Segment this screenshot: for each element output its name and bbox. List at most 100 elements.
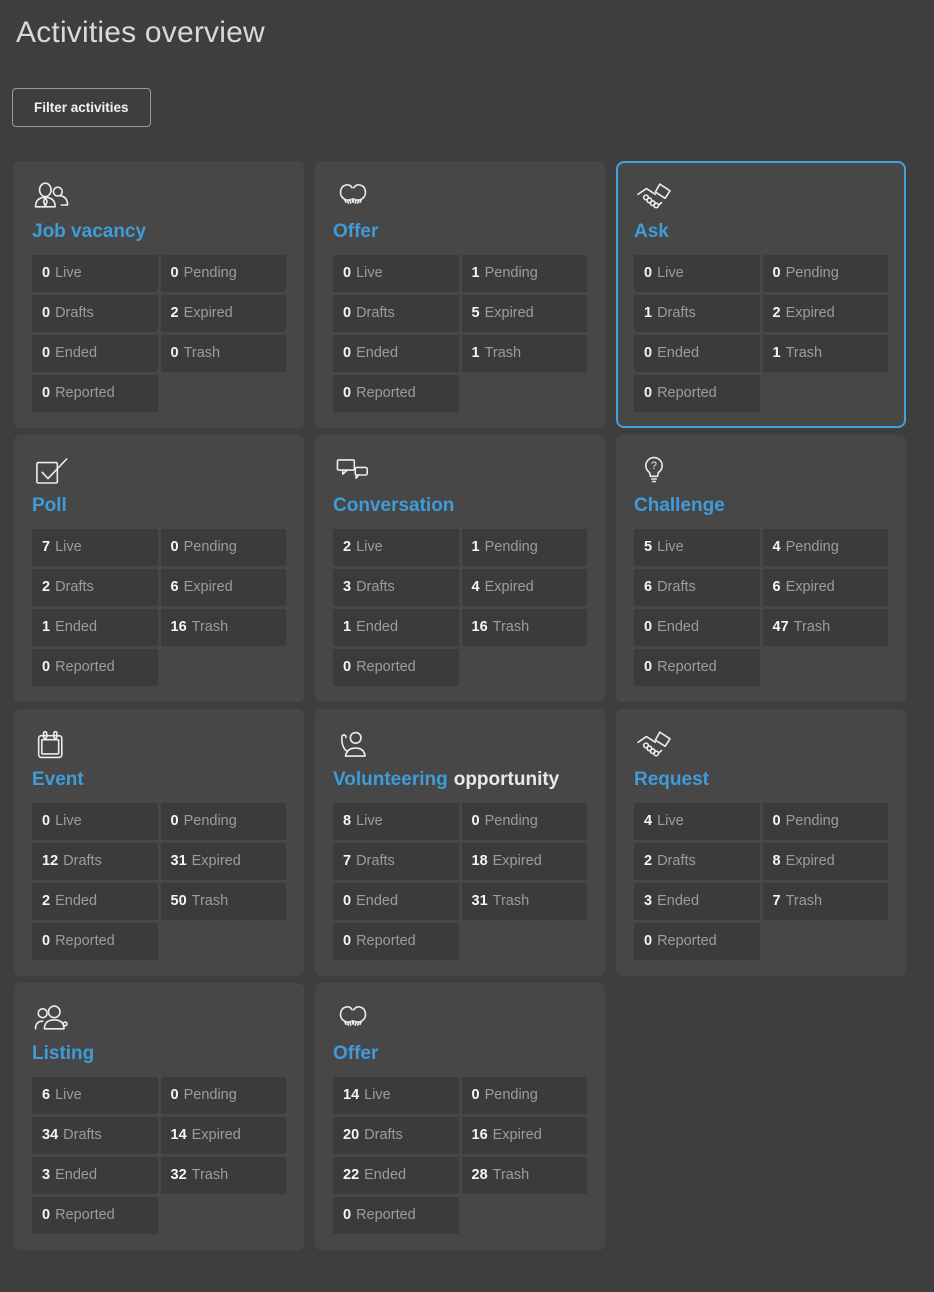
stat-cell-ended[interactable]: 0 Ended [333,335,459,372]
stat-cell-expired[interactable]: 16 Expired [462,1117,588,1154]
stat-cell-reported[interactable]: 0 Reported [333,649,459,686]
stat-cell-trash[interactable]: 31 Trash [462,883,588,920]
stat-cell-live[interactable]: 5 Live [634,529,760,566]
stat-cell-trash[interactable]: 28 Trash [462,1157,588,1194]
card-title[interactable]: Ask [634,221,888,243]
stat-cell-ended[interactable]: 22 Ended [333,1157,459,1194]
stat-cell-expired[interactable]: 18 Expired [462,843,588,880]
stat-cell-trash[interactable]: 7 Trash [763,883,889,920]
stat-cell-drafts[interactable]: 2 Drafts [634,843,760,880]
stat-cell-trash[interactable]: 1 Trash [462,335,588,372]
stat-cell-live[interactable]: 0 Live [32,255,158,292]
stat-cell-expired[interactable]: 31 Expired [161,843,287,880]
activity-card-volunteering-opportunity[interactable]: Volunteeringopportunity 8 Live 0 Pending… [315,709,605,976]
card-title[interactable]: Offer [333,221,587,243]
activity-card-conversation[interactable]: Conversation 2 Live 1 Pending 3 Drafts 4… [315,435,605,702]
stat-cell-live[interactable]: 7 Live [32,529,158,566]
stat-cell-reported[interactable]: 0 Reported [32,375,158,412]
stat-cell-trash[interactable]: 32 Trash [161,1157,287,1194]
stat-cell-drafts[interactable]: 1 Drafts [634,295,760,332]
stat-cell-live[interactable]: 14 Live [333,1077,459,1114]
stat-cell-ended[interactable]: 2 Ended [32,883,158,920]
activity-card-offer[interactable]: Offer 14 Live 0 Pending 20 Drafts 16 Exp… [315,983,605,1250]
stat-cell-trash[interactable]: 0 Trash [161,335,287,372]
card-title[interactable]: Challenge [634,495,888,517]
stat-cell-ended[interactable]: 0 Ended [32,335,158,372]
stat-cell-reported[interactable]: 0 Reported [634,649,760,686]
stat-cell-ended[interactable]: 0 Ended [333,883,459,920]
stat-cell-reported[interactable]: 0 Reported [634,923,760,960]
stat-cell-expired[interactable]: 2 Expired [161,295,287,332]
stat-cell-pending[interactable]: 0 Pending [161,803,287,840]
activity-card-challenge[interactable]: Challenge 5 Live 4 Pending 6 Drafts 6 Ex… [616,435,906,702]
card-title[interactable]: Listing [32,1043,286,1065]
stat-cell-pending[interactable]: 0 Pending [763,255,889,292]
stat-cell-trash[interactable]: 1 Trash [763,335,889,372]
stat-cell-expired[interactable]: 14 Expired [161,1117,287,1154]
stat-cell-trash[interactable]: 16 Trash [462,609,588,646]
stat-cell-reported[interactable]: 0 Reported [32,1197,158,1234]
activity-card-poll[interactable]: Poll 7 Live 0 Pending 2 Drafts 6 Expired… [14,435,304,702]
stat-cell-expired[interactable]: 8 Expired [763,843,889,880]
card-title[interactable]: Job vacancy [32,221,286,243]
stat-cell-ended[interactable]: 3 Ended [634,883,760,920]
stat-cell-expired[interactable]: 6 Expired [161,569,287,606]
stat-cell-trash[interactable]: 16 Trash [161,609,287,646]
stat-cell-pending[interactable]: 0 Pending [161,1077,287,1114]
stat-cell-drafts[interactable]: 6 Drafts [634,569,760,606]
stat-cell-drafts[interactable]: 0 Drafts [32,295,158,332]
activity-card-job-vacancy[interactable]: Job vacancy 0 Live 0 Pending 0 Drafts 2 … [14,161,304,428]
stat-cell-live[interactable]: 8 Live [333,803,459,840]
stat-cell-pending[interactable]: 0 Pending [161,255,287,292]
stat-cell-drafts[interactable]: 3 Drafts [333,569,459,606]
card-title[interactable]: Request [634,769,888,791]
stat-cell-live[interactable]: 6 Live [32,1077,158,1114]
stat-cell-drafts[interactable]: 0 Drafts [333,295,459,332]
stat-cell-reported[interactable]: 0 Reported [32,923,158,960]
stat-cell-ended[interactable]: 1 Ended [333,609,459,646]
activity-card-ask[interactable]: Ask 0 Live 0 Pending 1 Drafts 2 Expired … [616,161,906,428]
stat-cell-expired[interactable]: 2 Expired [763,295,889,332]
stat-cell-drafts[interactable]: 12 Drafts [32,843,158,880]
stat-cell-drafts[interactable]: 20 Drafts [333,1117,459,1154]
stat-cell-live[interactable]: 4 Live [634,803,760,840]
stat-cell-expired[interactable]: 4 Expired [462,569,588,606]
stat-cell-pending[interactable]: 1 Pending [462,255,588,292]
stat-cell-drafts[interactable]: 2 Drafts [32,569,158,606]
stat-cell-reported[interactable]: 0 Reported [634,375,760,412]
stat-cell-pending[interactable]: 0 Pending [462,1077,588,1114]
activity-card-offer[interactable]: Offer 0 Live 1 Pending 0 Drafts 5 Expire… [315,161,605,428]
card-title[interactable]: Conversation [333,495,587,517]
stat-cell-trash[interactable]: 47 Trash [763,609,889,646]
stat-cell-live[interactable]: 0 Live [32,803,158,840]
stat-cell-expired[interactable]: 6 Expired [763,569,889,606]
stat-cell-pending[interactable]: 4 Pending [763,529,889,566]
stat-cell-pending[interactable]: 0 Pending [161,529,287,566]
stat-cell-ended[interactable]: 0 Ended [634,609,760,646]
stat-cell-expired[interactable]: 5 Expired [462,295,588,332]
stat-cell-reported[interactable]: 0 Reported [333,1197,459,1234]
stat-cell-live[interactable]: 0 Live [634,255,760,292]
stat-cell-ended[interactable]: 3 Ended [32,1157,158,1194]
stat-cell-pending[interactable]: 0 Pending [763,803,889,840]
stat-cell-pending[interactable]: 0 Pending [462,803,588,840]
stat-cell-live[interactable]: 0 Live [333,255,459,292]
stat-cell-ended[interactable]: 1 Ended [32,609,158,646]
stat-cell-drafts[interactable]: 7 Drafts [333,843,459,880]
stat-cell-trash[interactable]: 50 Trash [161,883,287,920]
activity-card-request[interactable]: Request 4 Live 0 Pending 2 Drafts 8 Expi… [616,709,906,976]
card-title[interactable]: Poll [32,495,286,517]
stat-cell-ended[interactable]: 0 Ended [634,335,760,372]
stat-cell-drafts[interactable]: 34 Drafts [32,1117,158,1154]
stat-cell-reported[interactable]: 0 Reported [333,375,459,412]
card-title[interactable]: Event [32,769,286,791]
stat-cell-reported[interactable]: 0 Reported [333,923,459,960]
activity-card-event[interactable]: Event 0 Live 0 Pending 12 Drafts 31 Expi… [14,709,304,976]
stat-cell-pending[interactable]: 1 Pending [462,529,588,566]
card-title[interactable]: Offer [333,1043,587,1065]
activity-card-listing[interactable]: Listing 6 Live 0 Pending 34 Drafts 14 Ex… [14,983,304,1250]
filter-activities-button[interactable]: Filter activities [12,88,151,127]
stat-cell-live[interactable]: 2 Live [333,529,459,566]
stat-cell-reported[interactable]: 0 Reported [32,649,158,686]
card-title[interactable]: Volunteeringopportunity [333,769,587,791]
